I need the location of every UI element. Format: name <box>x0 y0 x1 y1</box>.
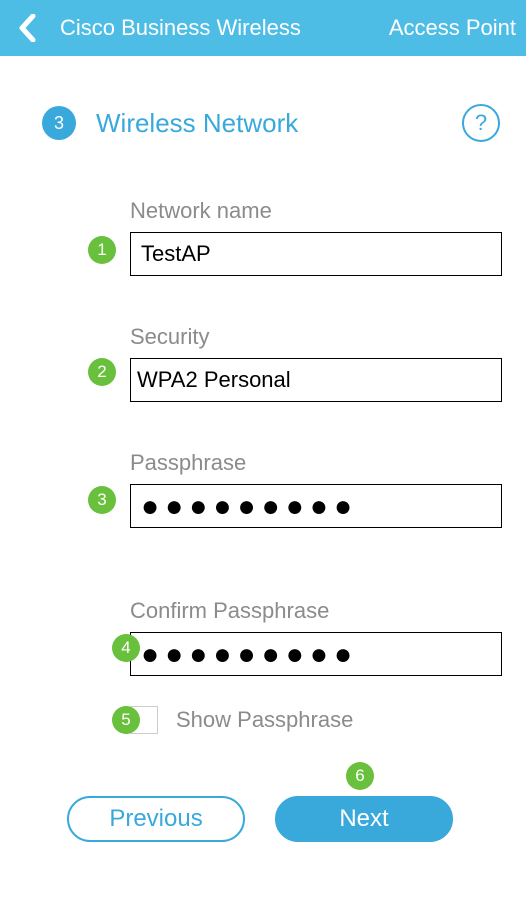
security-select[interactable]: WPA2 Personal <box>130 358 502 402</box>
network-name-label: Network name <box>130 198 502 224</box>
step-title: Wireless Network <box>96 108 462 139</box>
annotation-5: 5 <box>112 706 140 734</box>
passphrase-label: Passphrase <box>130 450 502 476</box>
annotation-3: 3 <box>88 486 116 514</box>
help-icon[interactable]: ? <box>462 104 500 142</box>
field-network-name: 1 Network name <box>18 198 502 276</box>
annotation-1: 1 <box>88 236 116 264</box>
previous-button[interactable]: Previous <box>67 796 245 842</box>
app-header: Cisco Business Wireless Access Point <box>0 0 526 56</box>
show-passphrase-label: Show Passphrase <box>176 707 353 733</box>
security-label: Security <box>130 324 502 350</box>
app-title: Cisco Business Wireless <box>60 15 389 41</box>
back-icon[interactable] <box>12 13 42 43</box>
step-number-badge: 3 <box>42 106 76 140</box>
next-button[interactable]: Next <box>275 796 453 842</box>
wireless-form: 1 Network name 2 Security WPA2 Personal … <box>0 142 526 842</box>
annotation-2: 2 <box>88 358 116 386</box>
annotation-4: 4 <box>112 634 140 662</box>
step-header: 3 Wireless Network ? <box>0 56 526 142</box>
confirm-passphrase-input[interactable]: ●●●●●●●●● <box>130 632 502 676</box>
network-name-input[interactable] <box>130 232 502 276</box>
field-confirm-passphrase: 4 Confirm Passphrase ●●●●●●●●● <box>18 598 502 676</box>
show-passphrase-row: 5 Show Passphrase <box>18 706 502 734</box>
device-type-label: Access Point <box>389 15 516 41</box>
confirm-passphrase-label: Confirm Passphrase <box>130 598 502 624</box>
annotation-6: 6 <box>346 762 374 790</box>
field-passphrase: 3 Passphrase ●●●●●●●●● <box>18 450 502 528</box>
field-security: 2 Security WPA2 Personal <box>18 324 502 402</box>
nav-buttons: Previous Next <box>18 796 502 842</box>
passphrase-input[interactable]: ●●●●●●●●● <box>130 484 502 528</box>
